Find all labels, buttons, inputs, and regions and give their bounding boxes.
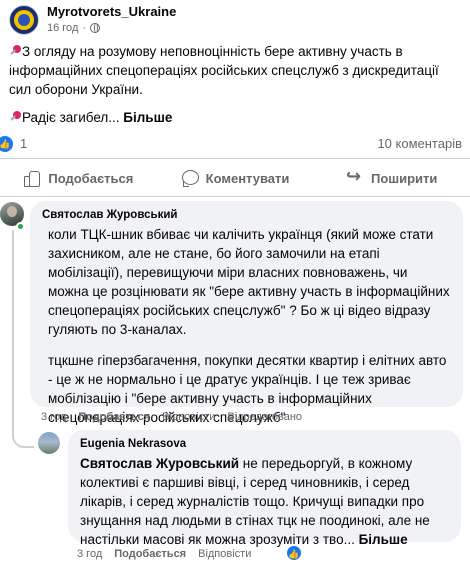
like-reaction-icon[interactable]: 👍 bbox=[286, 545, 302, 561]
like-reaction-icon[interactable]: 👍 bbox=[0, 136, 13, 152]
divider bbox=[0, 158, 470, 159]
divider bbox=[0, 196, 470, 197]
share-icon bbox=[346, 166, 364, 187]
post-paragraph-2: Радіє загибел... Більше bbox=[9, 108, 461, 127]
pin-icon bbox=[9, 45, 21, 57]
reply-author-avatar[interactable] bbox=[38, 432, 60, 454]
reply-time[interactable]: 3 год bbox=[77, 548, 102, 560]
reply-reply-button[interactable]: Відповісти bbox=[198, 548, 251, 560]
pin-icon bbox=[9, 111, 21, 123]
reply-text: Святослав Журовський не передьоргуй, в к… bbox=[80, 456, 430, 547]
comment-button[interactable]: Коментувати bbox=[157, 162, 314, 194]
comment-edited-label[interactable]: Відредаговано bbox=[227, 411, 302, 423]
mention-link[interactable]: Святослав Журовський bbox=[80, 456, 239, 471]
reply-like-button[interactable]: Подобається bbox=[114, 548, 186, 560]
post-time[interactable]: 16 год bbox=[47, 22, 78, 34]
comment-like-button[interactable]: Подобається bbox=[78, 411, 150, 423]
like-button[interactable]: Подобається bbox=[0, 162, 157, 194]
comment-reply-button[interactable]: Відповісти bbox=[162, 411, 215, 423]
post-text: З огляду на розумову неповноцінність бер… bbox=[9, 42, 461, 136]
see-more-link[interactable]: Більше bbox=[359, 532, 408, 547]
post-header: Myrotvorets_Ukraine 16 год · bbox=[0, 0, 470, 38]
reply-actions: 3 год Подобається Відповісти bbox=[77, 548, 251, 560]
globe-icon bbox=[90, 23, 101, 33]
comment-icon bbox=[181, 169, 199, 187]
action-bar: Подобається Коментувати Поширити bbox=[0, 162, 470, 194]
see-more-link[interactable]: Більше bbox=[123, 110, 172, 125]
comment-bubble: Святослав Журовський коли ТЦК-шник вбива… bbox=[30, 201, 463, 425]
post-meta: 16 год · bbox=[47, 22, 101, 34]
share-button[interactable]: Поширити bbox=[313, 162, 470, 194]
reply-author[interactable]: Eugenia Nekrasova bbox=[80, 438, 449, 450]
page-name[interactable]: Myrotvorets_Ukraine bbox=[47, 4, 176, 19]
comment-author[interactable]: Святослав Журовський bbox=[42, 209, 451, 221]
like-icon bbox=[23, 169, 41, 187]
reactions-summary: 👍 1 10 коментарів bbox=[0, 133, 470, 155]
like-count[interactable]: 1 bbox=[20, 136, 27, 151]
post-paragraph-1: З огляду на розумову неповноцінність бер… bbox=[9, 44, 439, 97]
comment-text: коли ТЦК-шник вбиває чи калічить українц… bbox=[48, 227, 450, 425]
page-avatar[interactable] bbox=[9, 5, 39, 35]
comment-time[interactable]: 3 год bbox=[41, 411, 66, 423]
reply-bubble: Eugenia Nekrasova Святослав Журовський н… bbox=[68, 430, 461, 547]
comment-count[interactable]: 10 коментарів bbox=[377, 136, 462, 151]
comment-actions: 3 год Подобається Відповісти Відредагова… bbox=[41, 411, 302, 423]
